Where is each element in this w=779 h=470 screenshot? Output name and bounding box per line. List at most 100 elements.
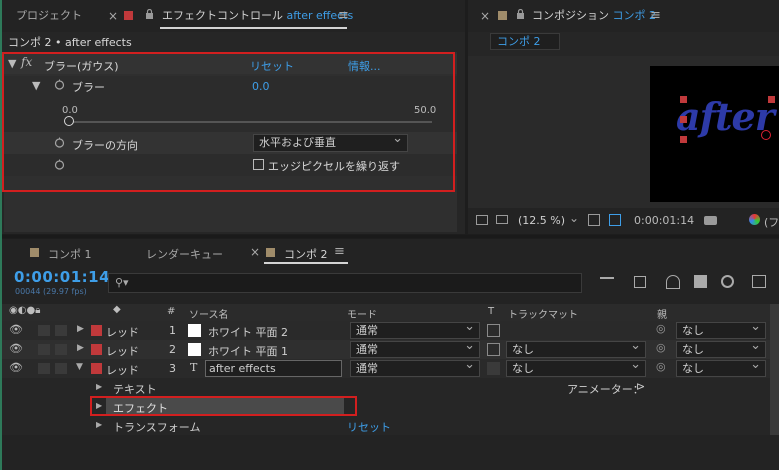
expand-triangle-icon[interactable]: ▶ xyxy=(96,382,102,391)
color-wheel-icon[interactable] xyxy=(749,214,760,225)
eye-icon[interactable]: 👁︎ xyxy=(9,361,23,374)
grid-icon[interactable] xyxy=(588,214,600,226)
parent-select[interactable]: なし xyxy=(676,338,766,358)
monitor-icon[interactable] xyxy=(496,215,508,224)
mode-select[interactable]: 通常 xyxy=(350,357,480,377)
layer-label[interactable]: レッド xyxy=(106,324,139,340)
pickwhip-icon[interactable]: ◎ xyxy=(656,322,666,335)
layer-label[interactable]: レッド xyxy=(106,343,139,359)
panel-menu-icon[interactable]: ≡ xyxy=(338,0,349,32)
eye-icon[interactable]: 👁︎ xyxy=(9,342,23,355)
lock-icon[interactable] xyxy=(145,8,154,19)
selection-handle[interactable] xyxy=(680,96,687,103)
draft-3d-icon[interactable] xyxy=(634,276,646,288)
anchor-point-icon[interactable] xyxy=(761,130,771,140)
camera-icon[interactable] xyxy=(704,216,717,225)
parent-select[interactable]: なし xyxy=(676,319,766,339)
expand-triangle-icon[interactable]: ▶ xyxy=(96,420,102,429)
lock-switch[interactable] xyxy=(55,363,67,374)
close-icon[interactable]: × xyxy=(250,245,260,259)
frame-blending-icon[interactable] xyxy=(694,275,707,288)
selection-handle[interactable] xyxy=(680,136,687,143)
tab-composition[interactable]: コンポジション コンポ 2 xyxy=(532,0,656,32)
tab-comp-2[interactable]: コンポ 2 xyxy=(284,246,328,262)
timeline-timecode[interactable]: 0:00:01:14 xyxy=(14,268,110,286)
layer-number: 2 xyxy=(169,343,176,356)
layer-name-input[interactable]: after effects xyxy=(205,360,342,377)
trackmatte-select[interactable]: なし xyxy=(506,338,646,358)
comp-footer-overflow: (フ xyxy=(764,216,779,229)
zoom-level-select[interactable]: (12.5 %) xyxy=(518,214,565,227)
comp-inner-tab[interactable]: コンポ 2 xyxy=(490,33,560,50)
label-color-swatch[interactable] xyxy=(91,325,102,336)
chevron-down-icon[interactable]: ⌄ xyxy=(569,211,579,225)
trackmatte-select[interactable]: なし xyxy=(506,357,646,377)
mask-icon[interactable] xyxy=(609,214,621,226)
expand-triangle-icon[interactable]: ▶ xyxy=(77,343,84,353)
search-input[interactable]: ⚲▾ xyxy=(108,273,582,293)
selection-handle[interactable] xyxy=(680,116,687,123)
search-icon: ⚲▾ xyxy=(115,276,129,289)
panel-menu-icon[interactable]: ≡ xyxy=(334,244,345,259)
label-color-swatch[interactable] xyxy=(91,344,102,355)
layer-name[interactable]: ホワイト 平面 1 xyxy=(208,343,288,359)
close-icon[interactable]: × xyxy=(108,0,118,32)
header-trackmatte: トラックマット xyxy=(508,310,578,321)
layer-name[interactable]: ホワイト 平面 2 xyxy=(208,324,288,340)
tab-comp-1[interactable]: コンポ 1 xyxy=(48,246,92,262)
parent-select[interactable]: なし xyxy=(676,357,766,377)
eye-icon[interactable]: 👁︎ xyxy=(9,323,23,336)
text-property-row[interactable]: ▶ テキスト アニメーター： ⊳ xyxy=(0,378,779,397)
comp-swatch-icon xyxy=(498,11,507,20)
layer-row[interactable]: 👁︎ ▼ レッド 3 T after effects 通常 なし ◎ なし xyxy=(0,357,779,378)
header-parent: 親 xyxy=(657,310,667,321)
transform-property-row[interactable]: ▶ トランスフォーム リセット xyxy=(0,416,779,435)
tab-render-queue[interactable]: レンダーキュー xyxy=(146,246,223,262)
motion-blur-icon[interactable] xyxy=(721,275,734,288)
solo-switch[interactable] xyxy=(38,344,50,355)
comp-toggle-icon[interactable] xyxy=(476,215,488,225)
layer-row[interactable]: 👁︎ ▶ レッド 2 ホワイト 平面 1 通常 なし ◎ なし xyxy=(0,338,779,359)
animator-play-icon[interactable]: ⊳ xyxy=(636,380,645,393)
pickwhip-icon[interactable]: ◎ xyxy=(656,341,666,354)
panel-menu-icon[interactable]: ≡ xyxy=(650,0,661,32)
timeline-panel: コンポ 1 レンダーキュー × コンポ 2 ≡ 0:00:01:14 00044… xyxy=(0,239,779,470)
shy-layers-icon[interactable] xyxy=(666,275,680,289)
lock-switch[interactable] xyxy=(55,344,67,355)
label-color-swatch[interactable] xyxy=(91,363,102,374)
close-icon[interactable]: × xyxy=(480,0,490,32)
solo-switch[interactable] xyxy=(38,325,50,336)
graph-editor-icon[interactable] xyxy=(752,275,766,288)
selection-handle[interactable] xyxy=(768,96,775,103)
layer-label[interactable]: レッド xyxy=(106,362,139,378)
comp-viewer[interactable]: after ef xyxy=(468,56,779,208)
tab-active-underline xyxy=(160,27,347,29)
pickwhip-icon[interactable]: ◎ xyxy=(656,360,666,373)
layer-row[interactable]: 👁︎ ▶ レッド 1 ホワイト 平面 2 通常 ◎ なし xyxy=(0,319,779,340)
composition-mini-flowchart-icon[interactable] xyxy=(600,277,614,287)
lock-switch[interactable] xyxy=(55,325,67,336)
highlight-box-effect-row xyxy=(90,396,357,416)
transform-reset-link[interactable]: リセット xyxy=(347,419,391,435)
highlight-box-effect xyxy=(2,52,455,192)
trackmatte-checkbox[interactable] xyxy=(487,343,500,356)
tab-project[interactable]: プロジェクト xyxy=(16,0,82,32)
solo-switch[interactable] xyxy=(38,363,50,374)
expand-triangle-icon[interactable]: ▶ xyxy=(77,324,84,334)
comp-swatch-icon xyxy=(266,248,275,257)
trackmatte-checkbox[interactable] xyxy=(487,324,500,337)
frame-info: 00044 (29.97 fps) xyxy=(15,287,87,296)
effect-controls-panel: プロジェクト × エフェクトコントロール after effects ≡ コンポ… xyxy=(0,0,465,234)
lock-icon[interactable] xyxy=(516,8,525,19)
tab-active-underline xyxy=(264,262,348,264)
collapse-triangle-icon[interactable]: ▼ xyxy=(76,362,83,372)
mode-select[interactable]: 通常 xyxy=(350,338,480,358)
trackmatte-box[interactable] xyxy=(487,362,500,375)
header-num: # xyxy=(167,306,176,317)
tab-composition-label: コンポジション xyxy=(532,9,609,22)
mode-select[interactable]: 通常 xyxy=(350,319,480,339)
comp-canvas[interactable]: after ef xyxy=(650,66,779,202)
animator-label: アニメーター： xyxy=(567,383,644,396)
comp-timecode[interactable]: 0:00:01:14 xyxy=(634,214,694,227)
tab-effect-controls-label: エフェクトコントロール xyxy=(162,9,283,22)
